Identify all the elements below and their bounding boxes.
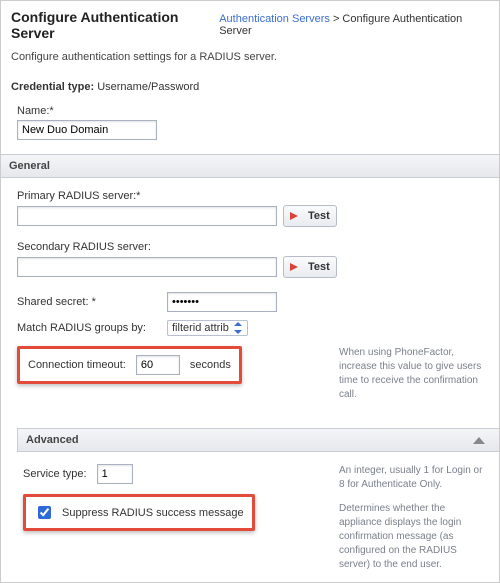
suppress-label: Suppress RADIUS success message [62, 507, 244, 519]
advanced-help: An integer, usually 1 for Login or 8 for… [339, 464, 489, 572]
service-type-help: An integer, usually 1 for Login or 8 for… [339, 464, 489, 492]
page-title: Configure Authentication Server [11, 9, 219, 41]
section-general-header: General [1, 154, 499, 178]
test-icon [290, 210, 304, 222]
intro-text: Configure authentication settings for a … [11, 51, 489, 63]
shared-secret-row: Shared secret: * [11, 292, 489, 312]
primary-server-block: Primary RADIUS server:* Test [17, 190, 489, 227]
timeout-unit: seconds [190, 359, 231, 371]
shared-secret-input[interactable] [167, 292, 277, 312]
breadcrumb: Authentication Servers > Configure Authe… [219, 13, 489, 37]
section-advanced-header[interactable]: Advanced [17, 428, 499, 452]
timeout-input[interactable] [136, 355, 180, 375]
page-root: Configure Authentication Server Authenti… [0, 0, 500, 583]
timeout-highlight: Connection timeout: seconds [17, 346, 242, 384]
credential-type-row: Credential type: Username/Password [11, 81, 489, 93]
secondary-test-button[interactable]: Test [283, 256, 337, 278]
suppress-highlight: Suppress RADIUS success message [23, 494, 255, 531]
secondary-test-label: Test [308, 261, 330, 273]
match-groups-value: filterid attrib [172, 322, 229, 334]
breadcrumb-link[interactable]: Authentication Servers [219, 13, 330, 25]
timeout-help: When using PhoneFactor, increase this va… [339, 346, 489, 402]
primary-test-button[interactable]: Test [283, 205, 337, 227]
breadcrumb-separator: > [333, 13, 342, 25]
test-icon [290, 261, 304, 273]
section-general-title: General [9, 160, 50, 172]
secondary-server-block: Secondary RADIUS server: Test [17, 241, 489, 278]
secondary-server-label: Secondary RADIUS server: [17, 241, 489, 253]
suppress-help: Determines whether the appliance display… [339, 502, 489, 572]
match-groups-select[interactable]: filterid attrib [167, 320, 248, 336]
page-header: Configure Authentication Server Authenti… [11, 9, 489, 41]
chevron-up-icon [473, 437, 485, 444]
name-label: Name:* [17, 105, 489, 117]
timeout-block: Connection timeout: seconds When using P… [11, 346, 489, 402]
service-type-input[interactable] [97, 464, 133, 484]
advanced-block: Service type: Suppress RADIUS success me… [11, 464, 489, 572]
service-type-label: Service type: [23, 468, 87, 480]
credential-type-value: Username/Password [97, 81, 199, 93]
credential-type-label: Credential type: [11, 81, 94, 93]
primary-test-label: Test [308, 210, 330, 222]
section-advanced-title: Advanced [26, 434, 79, 446]
service-type-row: Service type: [23, 464, 325, 484]
secondary-server-input[interactable] [17, 257, 277, 277]
shared-secret-label: Shared secret: * [17, 296, 157, 308]
select-arrows-icon [233, 322, 243, 334]
match-groups-row: Match RADIUS groups by: filterid attrib [11, 320, 489, 336]
name-input[interactable] [17, 120, 157, 140]
timeout-label: Connection timeout: [28, 359, 126, 371]
match-groups-label: Match RADIUS groups by: [17, 322, 157, 334]
primary-server-input[interactable] [17, 206, 277, 226]
name-row: Name:* [11, 105, 489, 140]
primary-server-label: Primary RADIUS server:* [17, 190, 489, 202]
